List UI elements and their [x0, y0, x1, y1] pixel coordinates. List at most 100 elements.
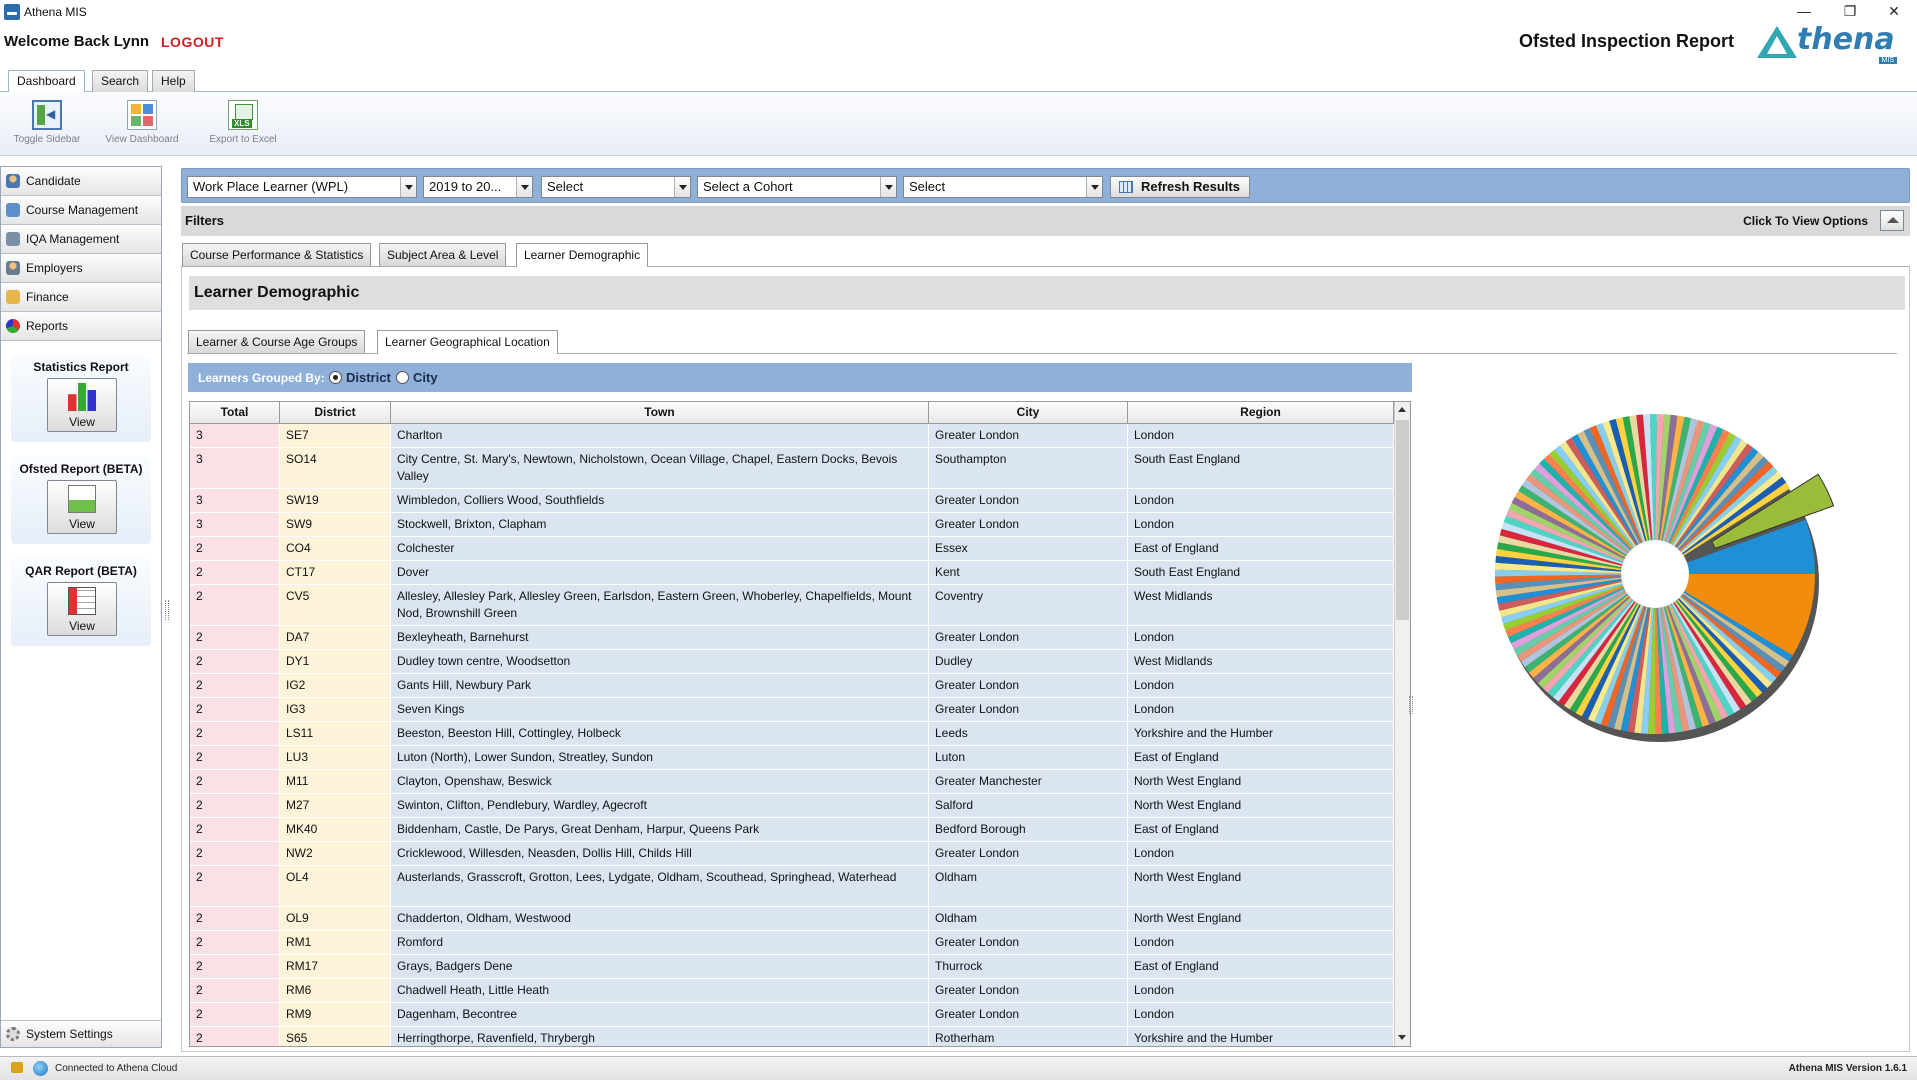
expand-options-button[interactable]: [1880, 210, 1904, 231]
tab-help[interactable]: Help: [152, 70, 195, 92]
table-row[interactable]: 2 RM9 Dagenham, Becontree Greater London Lon…: [190, 1003, 1394, 1027]
statistics-report-view-button[interactable]: View: [47, 378, 117, 432]
table-row[interactable]: 2 CT17 Dover Kent South East England: [190, 561, 1394, 585]
district-radio[interactable]: [329, 371, 342, 384]
view-label: View: [69, 517, 95, 531]
sidebar-item-course-management[interactable]: Course Management: [1, 196, 161, 225]
table-row[interactable]: 2 IG3 Seven Kings Greater London London: [190, 698, 1394, 722]
table-row[interactable]: 3 SW19 Wimbledon, Colliers Wood, Southfiel…: [190, 489, 1394, 513]
table-row[interactable]: 2 RM6 Chadwell Heath, Little Heath Greater …: [190, 979, 1394, 1003]
cell-region: London: [1128, 513, 1394, 536]
scroll-thumb[interactable]: [1396, 420, 1409, 620]
filter-select-1[interactable]: Select: [541, 176, 691, 198]
tab-learner-demographic[interactable]: Learner Demographic: [516, 243, 649, 267]
tab-dashboard[interactable]: Dashboard: [8, 70, 85, 93]
table-row[interactable]: 2 CO4 Colchester Essex East of England: [190, 537, 1394, 561]
table-scrollbar[interactable]: [1394, 402, 1410, 1046]
sidebar-item-reports[interactable]: Reports: [1, 312, 161, 341]
sidebar-item-iqa-management[interactable]: IQA Management: [1, 225, 161, 254]
export-excel-button[interactable]: Export to Excel: [198, 100, 288, 145]
cell-region: London: [1128, 842, 1394, 865]
table-row[interactable]: 2 RM1 Romford Greater London London: [190, 931, 1394, 955]
finance-icon: [6, 290, 20, 304]
cell-region: London: [1128, 979, 1394, 1002]
column-header-district[interactable]: District: [280, 402, 391, 424]
cell-town: Dover: [391, 561, 929, 584]
table-row[interactable]: 2 LS11 Beeston, Beeston Hill, Cottingley, …: [190, 722, 1394, 746]
chart-splitter-handle[interactable]: [1409, 696, 1413, 714]
scroll-down-icon[interactable]: [1395, 1030, 1410, 1046]
cell-city: Luton: [929, 746, 1128, 769]
view-dashboard-button[interactable]: View Dashboard: [97, 100, 187, 145]
view-options-link[interactable]: Click To View Options: [1743, 214, 1868, 228]
tab-age-groups[interactable]: Learner & Course Age Groups: [188, 330, 366, 353]
column-header-town[interactable]: Town: [391, 402, 929, 424]
tab-geographical-location[interactable]: Learner Geographical Location: [377, 330, 558, 354]
tab-search[interactable]: Search: [92, 70, 149, 92]
table-row[interactable]: 2 DA7 Bexleyheath, Barnehurst Greater Londo…: [190, 626, 1394, 650]
cell-district: RM6: [280, 979, 391, 1002]
table-row[interactable]: 2 IG2 Gants Hill, Newbury Park Greater Lond…: [190, 674, 1394, 698]
cell-town: Cricklewood, Willesden, Neasden, Dollis …: [391, 842, 929, 865]
reports-pie-icon: [6, 319, 20, 333]
table-header: Total District Town City Region: [190, 402, 1394, 424]
cell-town: Colchester: [391, 537, 929, 560]
learner-type-select[interactable]: Work Place Learner (WPL): [187, 176, 417, 198]
table-row[interactable]: 3 SW9 Stockwell, Brixton, Clapham Greater L…: [190, 513, 1394, 537]
cell-district: SO14: [280, 448, 391, 488]
toggle-sidebar-icon: [32, 100, 62, 130]
cell-city: Greater London: [929, 626, 1128, 649]
cell-city: Greater London: [929, 931, 1128, 954]
cell-district: DY1: [280, 650, 391, 673]
sidebar-item-employers[interactable]: Employers: [1, 254, 161, 283]
city-radio[interactable]: [396, 371, 409, 384]
logout-link[interactable]: LOGOUT: [161, 34, 224, 50]
table-row[interactable]: 2 S65 Herringthorpe, Ravenfield, Thrybergh…: [190, 1027, 1394, 1046]
cell-city: Dudley: [929, 650, 1128, 673]
toggle-sidebar-button[interactable]: Toggle Sidebar: [2, 100, 92, 145]
qar-report-view-button[interactable]: View: [47, 582, 117, 636]
table-row[interactable]: 2 M11 Clayton, Openshaw, Beswick Greater Ma…: [190, 770, 1394, 794]
minimize-button[interactable]: —: [1781, 0, 1827, 24]
sidebar-item-finance[interactable]: Finance: [1, 283, 161, 312]
cell-district: SW9: [280, 513, 391, 536]
table-row[interactable]: 2 DY1 Dudley town centre, Woodsetton Dudley…: [190, 650, 1394, 674]
sidebar-splitter-handle[interactable]: [165, 600, 169, 620]
scroll-up-icon[interactable]: [1395, 402, 1410, 418]
table-row[interactable]: 2 CV5 Allesley, Allesley Park, Allesley Gr…: [190, 585, 1394, 626]
cell-town: Romford: [391, 931, 929, 954]
tab-subject-area[interactable]: Subject Area & Level: [379, 243, 507, 266]
table-row[interactable]: 2 MK40 Biddenham, Castle, De Parys, Great …: [190, 818, 1394, 842]
tab-course-performance[interactable]: Course Performance & Statistics: [182, 243, 372, 266]
sidebar-item-candidate[interactable]: Candidate: [1, 167, 161, 196]
table-row[interactable]: 2 OL9 Chadderton, Oldham, Westwood Oldham No…: [190, 907, 1394, 931]
column-header-total[interactable]: Total: [190, 402, 280, 424]
table-row[interactable]: 2 RM17 Grays, Badgers Dene Thurrock East of …: [190, 955, 1394, 979]
refresh-results-button[interactable]: Refresh Results: [1110, 176, 1250, 198]
top-tab-bar: Dashboard Search Help: [0, 68, 1917, 93]
academic-year-select[interactable]: 2019 to 20...: [423, 176, 533, 198]
ofsted-report-view-button[interactable]: View: [47, 480, 117, 534]
table-row[interactable]: 3 SE7 Charlton Greater London London: [190, 424, 1394, 448]
table-row[interactable]: 2 OL4 Austerlands, Grasscroft, Grotton, Le…: [190, 866, 1394, 907]
cell-region: East of England: [1128, 818, 1394, 841]
table-row[interactable]: 2 NW2 Cricklewood, Willesden, Neasden, Dol…: [190, 842, 1394, 866]
table-row[interactable]: 3 SO14 City Centre, St. Mary's, Newtown, N…: [190, 448, 1394, 489]
connection-status: Connected to Athena Cloud: [55, 1063, 178, 1074]
cell-district: M11: [280, 770, 391, 793]
cell-region: North West England: [1128, 907, 1394, 930]
version-text: Athena MIS Version 1.6.1: [1788, 1063, 1907, 1074]
cohort-select[interactable]: Select a Cohort: [697, 176, 897, 198]
district-radio-label[interactable]: District: [346, 370, 391, 385]
close-button[interactable]: ✕: [1871, 0, 1917, 24]
table-row[interactable]: 2 LU3 Luton (North), Lower Sundon, Streatl…: [190, 746, 1394, 770]
view-dashboard-label: View Dashboard: [105, 134, 179, 145]
city-radio-label[interactable]: City: [413, 370, 438, 385]
qar-report-card: QAR Report (BETA) View: [11, 558, 151, 646]
table-row[interactable]: 2 M27 Swinton, Clifton, Pendlebury, Wardle…: [190, 794, 1394, 818]
restore-button[interactable]: ❐: [1827, 0, 1873, 24]
column-header-city[interactable]: City: [929, 402, 1128, 424]
column-header-region[interactable]: Region: [1128, 402, 1394, 424]
filter-select-2[interactable]: Select: [903, 176, 1103, 198]
system-settings-button[interactable]: System Settings: [1, 1020, 161, 1047]
